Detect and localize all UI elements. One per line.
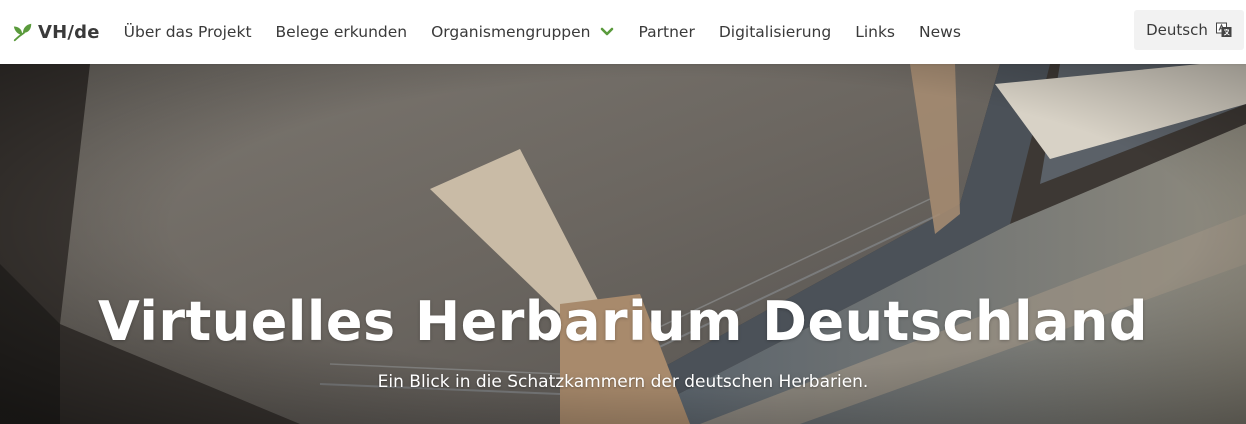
nav-item-digitalisierung[interactable]: Digitalisierung xyxy=(719,0,831,64)
hero-banner: Virtuelles Herbarium Deutschland Ein Bli… xyxy=(0,64,1246,424)
nav-item-news[interactable]: News xyxy=(919,0,961,64)
brand-logo-link[interactable]: VH/de xyxy=(12,21,100,43)
brand-text: VH/de xyxy=(38,21,100,43)
nav-item-label: Digitalisierung xyxy=(718,23,832,41)
nav-item-label: Links xyxy=(855,23,896,41)
nav-item-partner[interactable]: Partner xyxy=(638,0,694,64)
hero-title: Virtuelles Herbarium Deutschland xyxy=(98,290,1148,353)
nav-item-belege-erkunden[interactable]: Belege erkunden xyxy=(276,0,408,64)
nav-item-label: Organismengruppen xyxy=(431,23,591,41)
nav-item-label: Über das Projekt xyxy=(123,23,252,41)
top-navbar: VH/de Über das Projekt Belege erkunden O… xyxy=(0,0,1246,64)
main-nav: Über das Projekt Belege erkunden Organis… xyxy=(124,0,961,64)
nav-item-links[interactable]: Links xyxy=(855,0,895,64)
translate-icon xyxy=(1215,22,1232,37)
nav-item-label: Belege erkunden xyxy=(275,23,408,41)
nav-item-label: News xyxy=(919,23,961,41)
hero-background-image xyxy=(0,64,1246,424)
nav-item-ueber-das-projekt[interactable]: Über das Projekt xyxy=(124,0,252,64)
chevron-down-icon xyxy=(601,27,614,36)
language-label: Deutsch xyxy=(1146,21,1208,39)
nav-item-label: Partner xyxy=(638,23,695,41)
hero-subtitle: Ein Blick in die Schatzkammern der deuts… xyxy=(377,372,869,392)
language-selector-button[interactable]: Deutsch xyxy=(1134,10,1244,50)
nav-item-organismengruppen[interactable]: Organismengruppen xyxy=(431,0,614,64)
leaf-icon xyxy=(13,23,32,42)
